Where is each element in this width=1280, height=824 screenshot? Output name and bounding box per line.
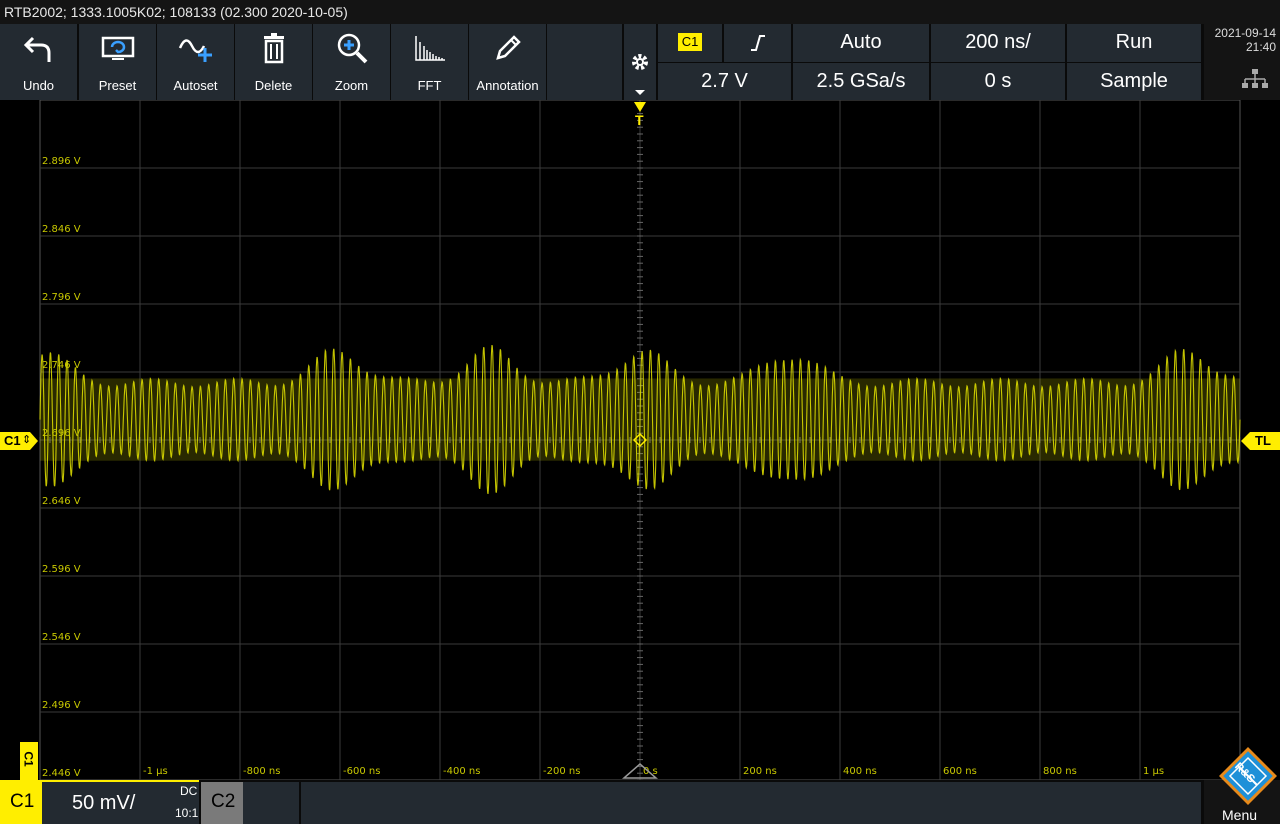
undo-icon: [0, 32, 77, 64]
y-axis-label: 2.796 V: [42, 292, 81, 303]
trash-icon: [235, 32, 312, 64]
menu-label: Menu: [1222, 807, 1258, 823]
trigger-slope-box[interactable]: [724, 24, 791, 62]
x-axis-label: -1 µs: [143, 766, 168, 777]
channel-2-settings[interactable]: [243, 782, 299, 824]
preset-button[interactable]: Preset: [79, 24, 156, 100]
x-axis-label: -200 ns: [543, 766, 580, 777]
x-axis-label: 800 ns: [1043, 766, 1077, 777]
trigger-level-marker[interactable]: TL: [1241, 432, 1280, 450]
preset-icon: [79, 32, 156, 64]
y-axis-label: 2.596 V: [42, 564, 81, 575]
x-axis-label: -800 ns: [243, 766, 280, 777]
network-icon: [1242, 68, 1268, 93]
toolbar-spare-slot: [547, 24, 622, 100]
channel-1-label: C1: [10, 791, 35, 812]
sample-rate[interactable]: 2.5 GSa/s: [793, 63, 929, 100]
autoset-label: Autoset: [173, 78, 218, 93]
trigger-level-label: TL: [1255, 433, 1271, 448]
settings-button[interactable]: [624, 24, 656, 100]
x-axis-label: 400 ns: [843, 766, 877, 777]
channel-1-settings[interactable]: 50 mV/ DC 10:1: [42, 780, 199, 824]
channel-2-tab[interactable]: C2: [201, 782, 243, 824]
date-text: 2021-09-14: [1214, 26, 1276, 40]
trigger-position-label: T: [635, 112, 644, 128]
trigger-position-marker[interactable]: T: [632, 101, 648, 129]
zoom-icon: [313, 32, 390, 64]
channel-vertical-label: C1: [21, 751, 36, 767]
channel-2-label: C2: [211, 791, 236, 812]
delete-label: Delete: [254, 78, 293, 93]
trigger-level[interactable]: 2.7 V: [658, 63, 791, 100]
channel-marker-c1[interactable]: C1 ⇕: [0, 432, 38, 450]
channel-bar-empty: [301, 782, 1201, 824]
trigger-mode[interactable]: Auto: [793, 24, 929, 62]
trigger-source-badge: C1: [677, 33, 703, 51]
fft-icon: [391, 32, 468, 64]
fft-button[interactable]: FFT: [391, 24, 468, 100]
acquisition-state[interactable]: Run: [1067, 24, 1201, 62]
timebase-scale[interactable]: 200 ns/: [931, 24, 1065, 62]
y-axis-label: 2.496 V: [42, 700, 81, 711]
window-title: RTB2002; 1333.1005K02; 108133 (02.300 20…: [0, 0, 1280, 24]
undo-button[interactable]: Undo: [0, 24, 77, 100]
rising-edge-icon: [748, 35, 768, 58]
waveform-glow: [40, 378, 1240, 461]
channel-1-tab[interactable]: C1: [0, 780, 42, 824]
delete-button[interactable]: Delete: [235, 24, 312, 100]
channel-bar: C1 50 mV/ DC 10:1 C2 R&S Menu: [0, 747, 1280, 824]
x-axis-label: 600 ns: [943, 766, 977, 777]
annotation-label: Annotation: [476, 78, 539, 93]
autoset-button[interactable]: Autoset: [157, 24, 234, 100]
oscilloscope-grid: 2.896 V 2.846 V 2.796 V 2.746 V 2.696 V 2.646…: [39, 99, 1241, 781]
channel-1-coupling: DC: [180, 784, 198, 798]
y-axis-label: 2.546 V: [42, 632, 81, 643]
autoset-icon: [157, 32, 234, 64]
horizontal-offset[interactable]: 0 s: [931, 63, 1065, 100]
dropdown-arrow-icon: [635, 90, 645, 95]
channel-1-scale: 50 mV/: [72, 792, 136, 814]
fft-label: FFT: [417, 78, 442, 93]
x-axis-label: -400 ns: [443, 766, 480, 777]
y-axis-label: 2.446 V: [42, 768, 81, 779]
zoom-label: Zoom: [334, 78, 369, 93]
y-axis-label: 2.846 V: [42, 224, 81, 235]
x-axis-label: -600 ns: [343, 766, 380, 777]
menu-button[interactable]: R&S Menu: [1204, 747, 1280, 824]
y-axis-label: 2.646 V: [42, 496, 81, 507]
acquisition-mode[interactable]: Sample: [1067, 63, 1201, 100]
pencil-icon: [469, 32, 546, 64]
y-axis-label: 2.696 V: [42, 428, 81, 439]
up-down-arrow-icon: ⇕: [22, 434, 32, 446]
clock-panel: 2021-09-14 21:40: [1204, 24, 1280, 100]
waveform-display[interactable]: 2.896 V 2.846 V 2.796 V 2.746 V 2.696 V 2.646…: [0, 99, 1280, 781]
zoom-button[interactable]: Zoom: [313, 24, 390, 100]
annotation-button[interactable]: Annotation: [469, 24, 546, 100]
channel-marker-label: C1: [4, 433, 21, 448]
gear-icon: [630, 52, 650, 77]
trigger-source-box[interactable]: C1: [658, 24, 722, 62]
time-text: 21:40: [1245, 40, 1276, 54]
undo-label: Undo: [22, 78, 55, 93]
y-axis-label: 2.896 V: [42, 156, 81, 167]
preset-label: Preset: [98, 78, 137, 93]
y-axis-label: 2.746 V: [42, 360, 81, 371]
channel-vertical-tag[interactable]: C1: [20, 742, 38, 780]
x-axis-label: 200 ns: [743, 766, 777, 777]
x-axis-label: 1 µs: [1143, 766, 1164, 777]
channel-1-probe: 10:1: [175, 806, 199, 820]
